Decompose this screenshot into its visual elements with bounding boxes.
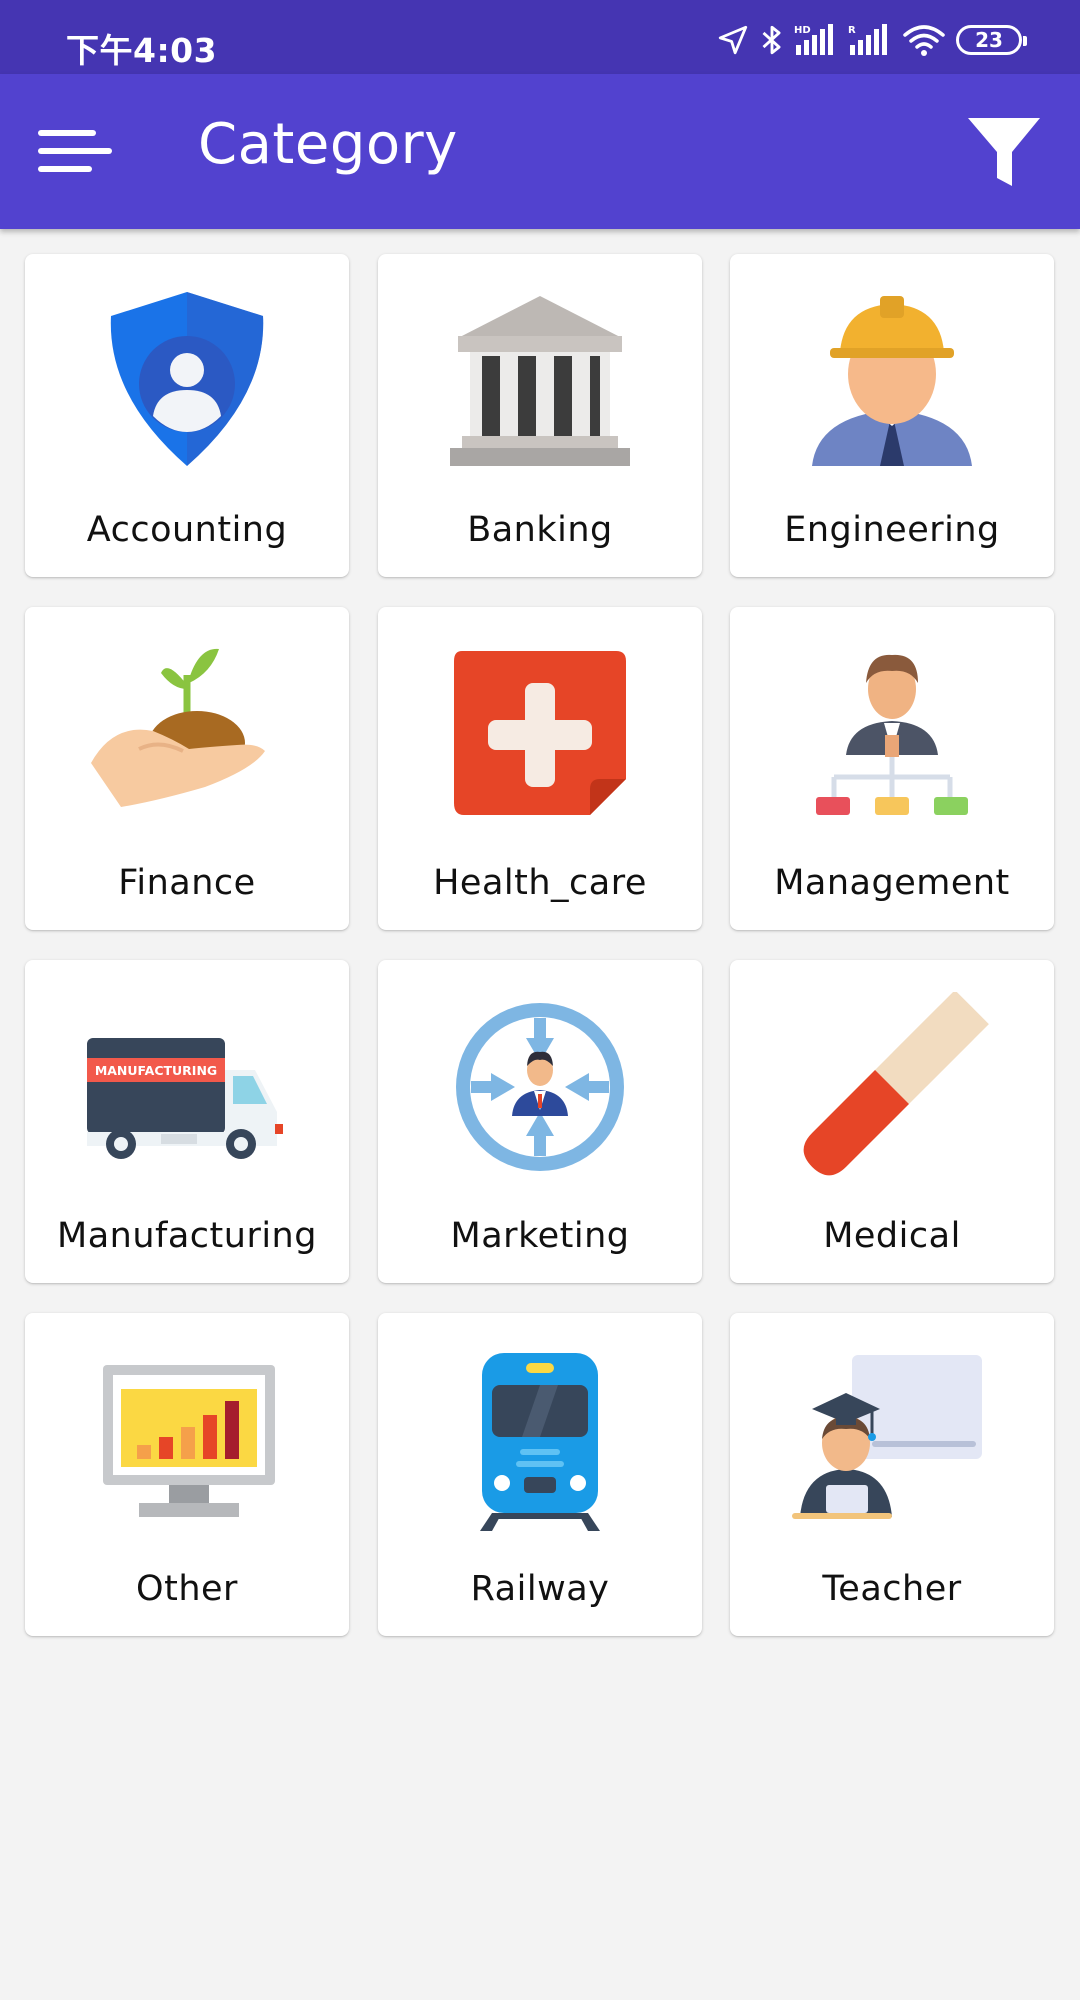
battery-level: 23 [975, 28, 1003, 52]
app-bar: Category [0, 74, 1080, 229]
location-icon [718, 25, 748, 55]
menu-button[interactable] [36, 124, 116, 184]
category-label: Management [774, 863, 1010, 903]
category-label: Teacher [822, 1569, 962, 1609]
category-card-management[interactable]: Management [730, 607, 1054, 930]
svg-text:R: R [848, 25, 856, 36]
train-icon [440, 1345, 640, 1535]
category-card-medical[interactable]: Medical [730, 960, 1054, 1283]
status-bar: 下午4:03 HD R 23 [0, 0, 1080, 74]
bluetooth-icon [762, 25, 781, 55]
manufacturing-truck-icon: MANUFACTURING [87, 992, 287, 1182]
category-card-accounting[interactable]: Accounting [25, 254, 349, 577]
category-card-teacher[interactable]: Teacher [730, 1313, 1054, 1636]
monitor-chart-icon [87, 1345, 287, 1535]
category-label: Other [136, 1569, 238, 1609]
marketing-target-icon [440, 992, 640, 1182]
svg-text:HD: HD [794, 25, 811, 36]
filter-icon [968, 118, 1040, 186]
teacher-board-icon [792, 1345, 992, 1535]
category-card-health-care[interactable]: Health_care [378, 607, 702, 930]
filter-button[interactable] [964, 112, 1044, 192]
status-icons: HD R 23 [716, 20, 1027, 60]
category-card-manufacturing[interactable]: MANUFACTURING Manufacturing [25, 960, 349, 1283]
page-title: Category [198, 112, 458, 177]
bank-building-icon [440, 286, 640, 476]
battery-icon: 23 [956, 25, 1027, 55]
category-card-railway[interactable]: Railway [378, 1313, 702, 1636]
category-label: Finance [118, 863, 256, 903]
medical-cross-icon [440, 639, 640, 829]
category-label: Manufacturing [57, 1216, 317, 1256]
category-card-marketing[interactable]: Marketing [378, 960, 702, 1283]
manager-hierarchy-icon [792, 639, 992, 829]
category-label: Medical [823, 1216, 961, 1256]
category-card-finance[interactable]: Finance [25, 607, 349, 930]
pill-capsule-icon [792, 992, 992, 1182]
category-card-engineering[interactable]: Engineering [730, 254, 1054, 577]
category-card-banking[interactable]: Banking [378, 254, 702, 577]
hand-plant-icon [87, 639, 287, 829]
category-label: Engineering [784, 510, 1000, 550]
category-label: Marketing [450, 1216, 630, 1256]
category-label: Health_care [433, 863, 647, 903]
shield-user-icon [87, 286, 287, 476]
category-label: Banking [467, 510, 613, 550]
category-label: Railway [470, 1569, 610, 1609]
hamburger-menu-icon [38, 130, 112, 172]
hd-signal-icon: HD [794, 24, 833, 55]
category-card-other[interactable]: Other [25, 1313, 349, 1636]
truck-text: MANUFACTURING [95, 1063, 217, 1078]
wifi-icon [903, 25, 945, 56]
r-signal-icon: R [848, 24, 887, 55]
status-time: 下午4:03 [66, 31, 218, 70]
engineer-hardhat-icon [792, 286, 992, 476]
category-label: Accounting [86, 510, 288, 550]
